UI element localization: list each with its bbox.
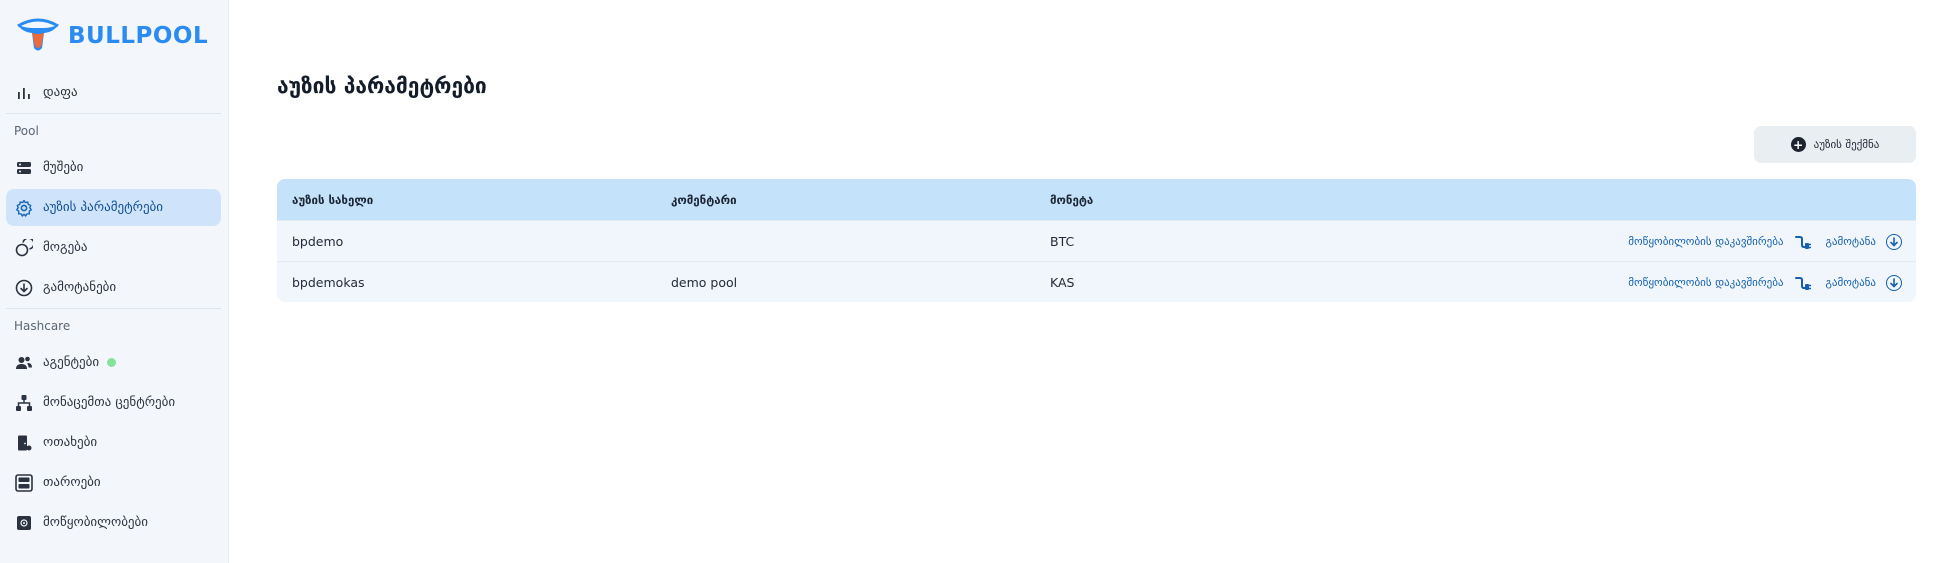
sidebar-item-workers[interactable]: მუშები <box>6 149 221 186</box>
users-icon <box>15 354 33 372</box>
column-header-coin[interactable]: მონეტა <box>1050 179 1093 220</box>
export-link[interactable]: გამოტანა <box>1826 276 1877 289</box>
sidebar-item-earnings[interactable]: მოგება <box>6 229 221 266</box>
bar-chart-icon <box>15 84 33 102</box>
plug-icon[interactable] <box>1794 274 1812 292</box>
rack-icon <box>15 473 33 492</box>
sidebar-item-label: გამოტანები <box>43 280 117 295</box>
page-title: აუზის პარამეტრები <box>277 74 487 98</box>
sidebar: BULLPOOL დაფა Pool მუშები აუზის პარამეტრ… <box>0 0 229 563</box>
cell-comment: demo pool <box>671 275 738 290</box>
sidebar-divider <box>6 113 221 114</box>
sidebar-item-agents[interactable]: აგენტები <box>6 344 221 381</box>
section-title-hashcare: Hashcare <box>14 319 71 333</box>
cell-coin: KAS <box>1050 275 1075 290</box>
sidebar-item-label: მონაცემთა ცენტრები <box>43 395 176 410</box>
cell-coin: BTC <box>1050 234 1075 249</box>
row-actions: მოწყობილობის დაკავშირება გამოტანა <box>1628 221 1902 262</box>
sidebar-item-devices[interactable]: მოწყობილობები <box>6 504 221 541</box>
main-content: აუზის პარამეტრები + აუზის შექმნა აუზის ს… <box>229 0 1946 563</box>
sitemap-icon <box>15 394 33 412</box>
row-actions: მოწყობილობის დაკავშირება გამოტანა <box>1628 262 1902 303</box>
export-download-icon[interactable] <box>1886 233 1902 250</box>
sidebar-item-rooms[interactable]: ოთახები <box>6 424 221 461</box>
connect-device-link[interactable]: მოწყობილობის დაკავშირება <box>1628 276 1783 289</box>
sidebar-item-label: თაროები <box>43 475 101 490</box>
plug-icon[interactable] <box>1794 233 1812 251</box>
cell-pool-name: bpdemo <box>292 234 344 249</box>
cell-pool-name: bpdemokas <box>292 275 365 290</box>
sidebar-item-label: მოწყობილობები <box>43 515 148 530</box>
sidebar-item-label: მუშები <box>43 160 84 175</box>
sidebar-item-label: ოთახები <box>43 435 98 450</box>
sidebar-item-datacenters[interactable]: მონაცემთა ცენტრები <box>6 384 221 421</box>
logo-text: BULLPOOL <box>68 23 209 49</box>
column-header-pool-name[interactable]: აუზის სახელი <box>292 179 373 220</box>
sidebar-item-dashboard[interactable]: დაფა <box>6 74 221 111</box>
server-icon <box>15 159 33 177</box>
door-icon <box>15 434 33 452</box>
sidebar-divider <box>6 308 221 309</box>
online-status-dot <box>107 358 117 367</box>
export-link[interactable]: გამოტანა <box>1826 235 1877 248</box>
table-row: bpdemo BTC მოწყობილობის დაკავშირება გამო… <box>277 220 1916 261</box>
create-pool-button[interactable]: + აუზის შექმნა <box>1754 126 1916 163</box>
pools-table: აუზის სახელი კომენტარი მონეტა bpdemo BTC… <box>277 179 1916 302</box>
section-title-pool: Pool <box>14 124 39 138</box>
bull-logo-icon <box>17 18 59 51</box>
download-circle-icon <box>15 279 33 297</box>
sidebar-item-pool-settings[interactable]: აუზის პარამეტრები <box>6 189 221 226</box>
sidebar-item-label: აუზის პარამეტრები <box>43 200 164 215</box>
sidebar-item-racks[interactable]: თაროები <box>6 464 221 501</box>
table-header: აუზის სახელი კომენტარი მონეტა <box>277 179 1916 220</box>
chip-icon <box>15 514 33 532</box>
coins-icon <box>15 238 33 257</box>
create-pool-button-label: აუზის შექმნა <box>1813 138 1880 151</box>
sidebar-item-label: მოგება <box>43 240 88 255</box>
plus-circle-icon: + <box>1790 137 1806 152</box>
export-download-icon[interactable] <box>1886 274 1902 291</box>
sidebar-item-label: აგენტები <box>43 355 100 370</box>
connect-device-link[interactable]: მოწყობილობის დაკავშირება <box>1628 235 1783 248</box>
table-row: bpdemokas demo pool KAS მოწყობილობის დაკ… <box>277 261 1916 302</box>
sidebar-item-label: დაფა <box>43 85 78 100</box>
logo[interactable]: BULLPOOL <box>14 18 208 54</box>
gear-icon <box>15 199 33 217</box>
sidebar-item-payouts[interactable]: გამოტანები <box>6 269 221 306</box>
column-header-comment[interactable]: კომენტარი <box>671 179 737 220</box>
